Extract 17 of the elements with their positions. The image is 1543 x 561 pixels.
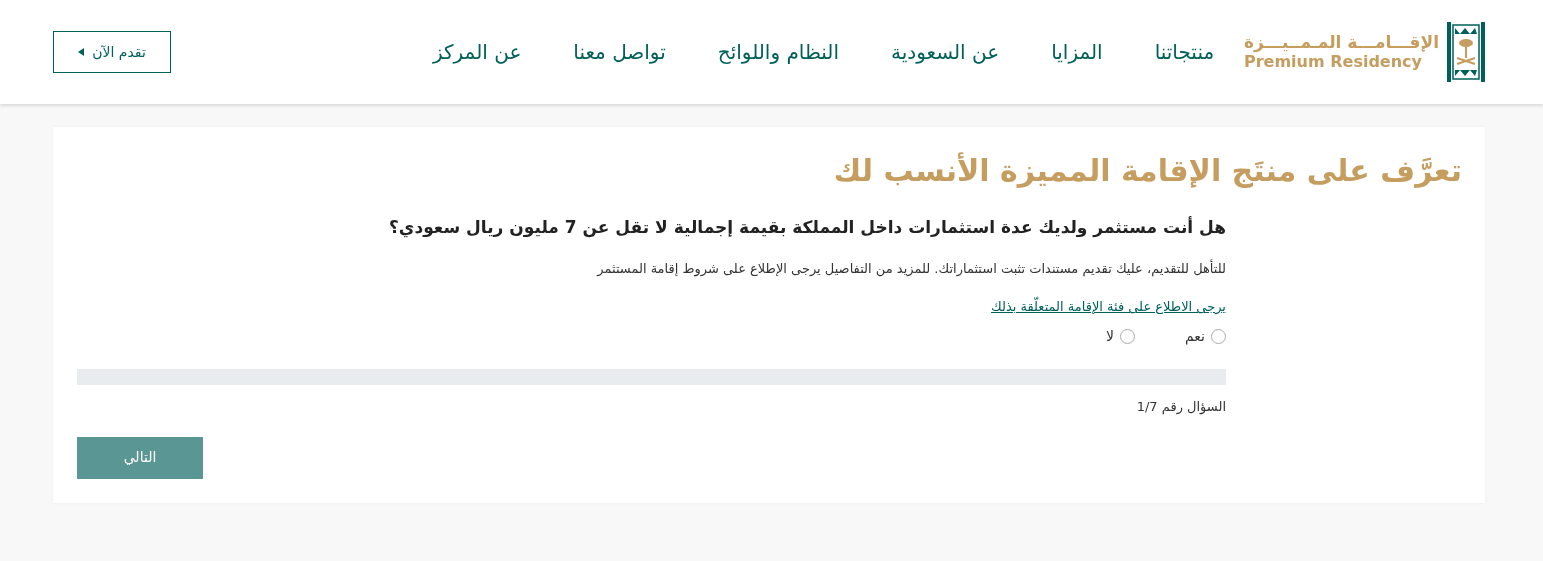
question-text: هل أنت مستثمر ولديك عدة استثمارات داخل المملكة بقيمة إجمالية لا تقل عن 7 مليون ريال سعودي؟ <box>388 215 1226 240</box>
nav-link[interactable]: منتجاتنا <box>1154 37 1215 67</box>
nav-link[interactable]: عن المركز <box>433 37 522 67</box>
option-label[interactable]: لا <box>1106 326 1115 347</box>
nav-link[interactable]: تواصل معنا <box>573 37 666 67</box>
description-text: للتأهل للتقديم، عليك تقديم مستندات تثبت استثماراتك. للمزيد من التفاصيل يرجى الإطلاع على شروط إقامة المستثمر <box>595 258 1226 278</box>
question-counter: السؤال رقم 1/7 <box>1135 398 1226 417</box>
page-heading: تعرَّف على منتَج الإقامة المميزة الأنسب لك <box>832 153 1462 189</box>
nav-link[interactable]: النظام واللوائح <box>717 37 839 67</box>
caret-icon <box>78 48 85 56</box>
logo-text: الإقـــامـــة المـمــيـــزة <box>1243 33 1439 52</box>
nav-link[interactable]: عن السعودية <box>891 37 1000 67</box>
apply-button[interactable]: تقدم الآن <box>53 31 171 73</box>
logo-text: Premium Residency <box>1243 51 1422 71</box>
emblem-icon <box>1447 22 1485 82</box>
option-label[interactable]: نعم <box>1185 326 1205 347</box>
nav-link[interactable]: المزايا <box>1051 37 1103 67</box>
